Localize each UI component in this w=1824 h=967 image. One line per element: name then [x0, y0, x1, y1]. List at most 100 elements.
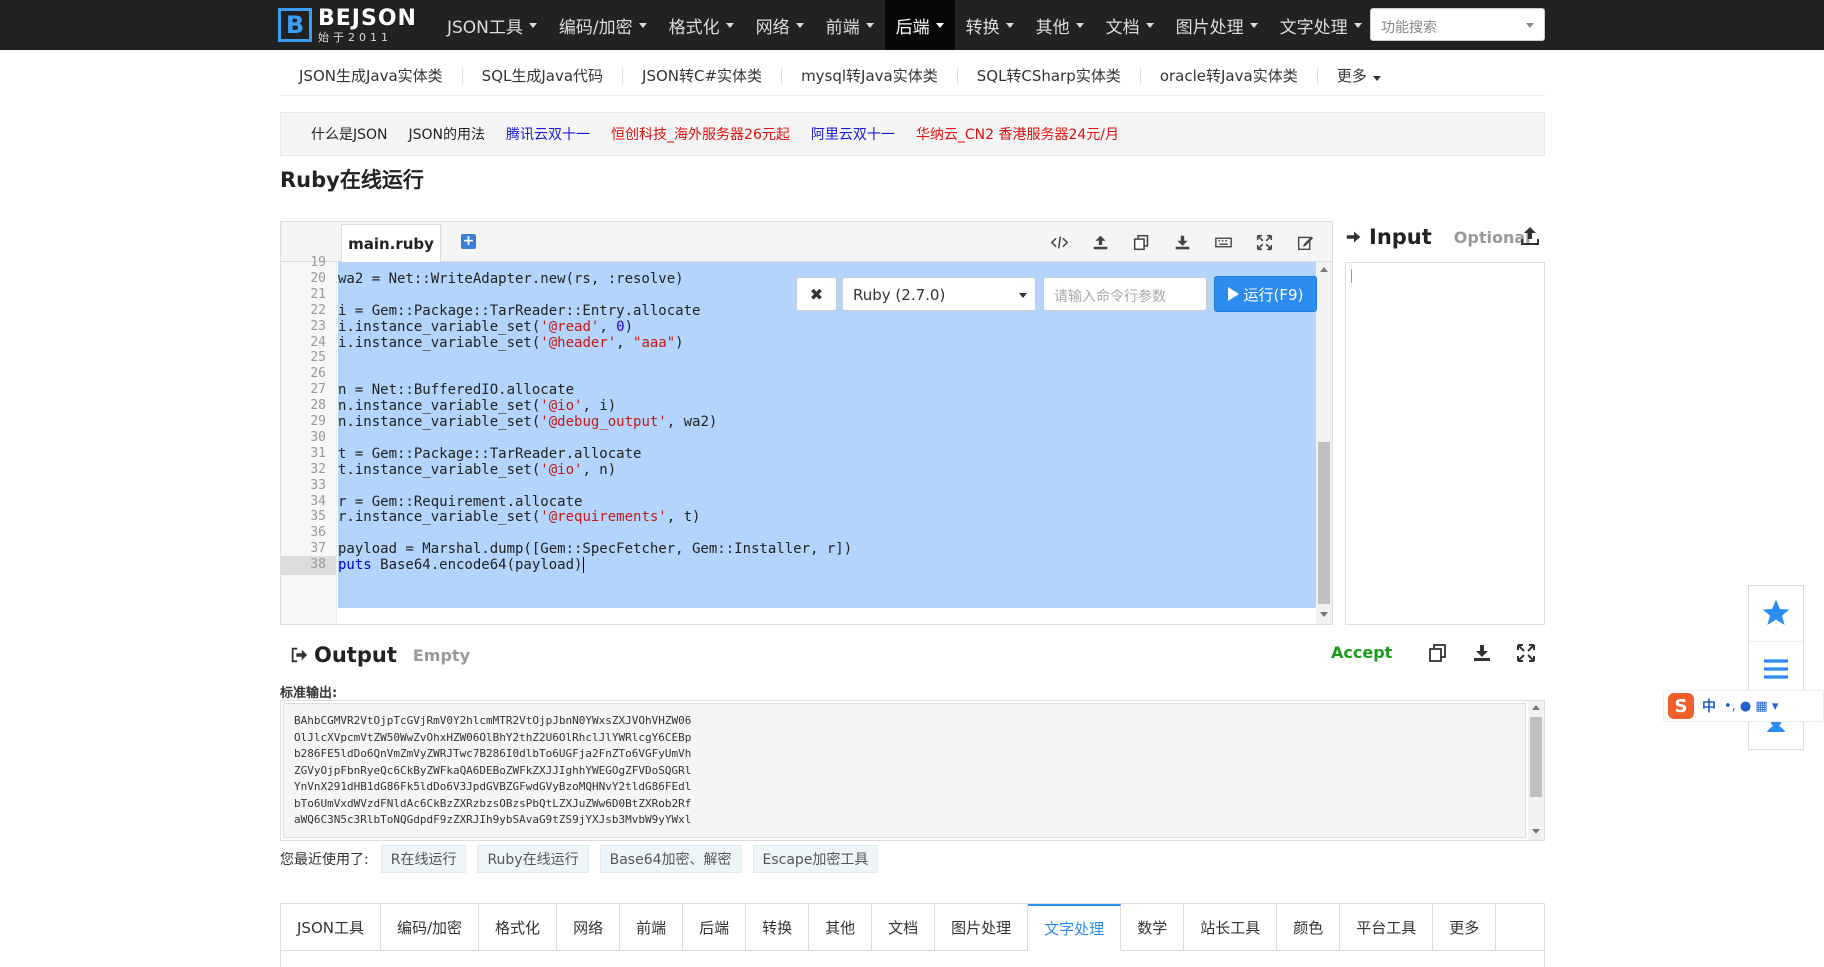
- link-4[interactable]: 阿里云双十一: [811, 124, 895, 144]
- recent-item-1[interactable]: Ruby在线运行: [477, 845, 589, 873]
- scroll-up-icon[interactable]: [1320, 267, 1328, 272]
- recent-item-0[interactable]: R在线运行: [380, 845, 467, 873]
- code-text-area[interactable]: wa2 = Net::WriteAdapter.new(rs, :resolve…: [338, 262, 1316, 624]
- copy-icon[interactable]: [1121, 232, 1162, 252]
- category-tab-2[interactable]: 格式化: [479, 904, 558, 951]
- nav-item-0[interactable]: JSON工具: [436, 0, 548, 50]
- logo-mark-icon: B: [278, 8, 312, 42]
- scroll-up-icon[interactable]: [1532, 705, 1540, 710]
- category-tab-6[interactable]: 转换: [746, 904, 810, 951]
- edit-icon[interactable]: [1285, 232, 1326, 252]
- link-3[interactable]: 恒创科技_海外服务器26元起: [611, 124, 790, 144]
- fullscreen-icon[interactable]: [1244, 232, 1285, 252]
- code-line: wa2 = Net::WriteAdapter.new(rs, :resolve…: [338, 270, 684, 289]
- stdout-scrollbar-thumb[interactable]: [1530, 717, 1542, 797]
- download-icon[interactable]: [1162, 232, 1203, 252]
- scroll-down-icon[interactable]: [1532, 829, 1540, 834]
- recently-used-label: 您最近使用了:: [280, 852, 369, 868]
- nav-item-7[interactable]: 其他: [1025, 0, 1095, 50]
- copy-icon[interactable]: [1416, 640, 1460, 666]
- code-token: puts: [338, 557, 372, 574]
- language-select[interactable]: Ruby (2.7.0): [842, 277, 1036, 311]
- category-tab-9[interactable]: 图片处理: [935, 904, 1029, 951]
- input-textarea[interactable]: [1345, 262, 1545, 625]
- code-token: ): [675, 334, 684, 351]
- nav-item-2[interactable]: 格式化: [658, 0, 745, 50]
- star-icon[interactable]: [1749, 586, 1803, 640]
- category-tab-11[interactable]: 数学: [1121, 904, 1185, 951]
- nav-item-label: 后端: [895, 17, 930, 38]
- stdout-scrollbar[interactable]: [1528, 701, 1544, 840]
- category-tab-14[interactable]: 平台工具: [1340, 904, 1434, 951]
- nav-item-label: 前端: [825, 17, 860, 38]
- sign-in-icon: [1346, 231, 1361, 243]
- code-token: '@io': [540, 398, 583, 415]
- category-tab-10[interactable]: 文字处理: [1028, 904, 1122, 951]
- stdout-line: YnVnX291dHB1dG86Fk5ldDo6V3JpdGVBZGFwdGVy…: [294, 780, 692, 793]
- subnav-item-4[interactable]: SQL转CSharp实体类: [958, 67, 1141, 84]
- category-tab-1[interactable]: 编码/加密: [381, 904, 480, 951]
- add-file-icon[interactable]: +: [461, 234, 476, 249]
- function-search-select[interactable]: 功能搜索: [1370, 8, 1545, 41]
- nav-item-6[interactable]: 转换: [955, 0, 1025, 50]
- editor-scrollbar[interactable]: [1316, 262, 1332, 624]
- recent-item-2[interactable]: Base64加密、解密: [599, 845, 742, 873]
- subnav-item-3[interactable]: mysql转Java实体类: [782, 67, 958, 84]
- link-1[interactable]: JSON的用法: [409, 124, 486, 144]
- nav-item-label: 文字处理: [1279, 17, 1348, 38]
- subnav-item-0[interactable]: JSON生成Java实体类: [280, 67, 463, 84]
- category-tab-7[interactable]: 其他: [809, 904, 873, 951]
- code-token: ,: [616, 334, 634, 351]
- code-token: r.instance_variable_set(: [338, 509, 541, 526]
- clear-button[interactable]: ✖: [796, 277, 837, 311]
- code-token: '@io': [540, 461, 583, 478]
- tab-main-ruby[interactable]: main.ruby: [341, 224, 441, 262]
- upload-icon[interactable]: [1080, 232, 1121, 252]
- category-tab-3[interactable]: 网络: [557, 904, 621, 951]
- nav-item-9[interactable]: 图片处理: [1165, 0, 1269, 50]
- ime-toolbar[interactable]: S 中 •, ● ▦ ▾: [1663, 690, 1824, 722]
- run-button[interactable]: 运行(F9): [1214, 276, 1317, 312]
- editor-scrollbar-thumb[interactable]: [1318, 442, 1330, 604]
- subnav-item-1[interactable]: SQL生成Java代码: [463, 67, 624, 84]
- recent-item-3[interactable]: Escape加密工具: [752, 845, 879, 873]
- ime-language[interactable]: 中: [1702, 696, 1716, 716]
- page-title: Ruby在线运行: [280, 168, 424, 192]
- code-icon[interactable]: [1039, 232, 1080, 252]
- category-tab-15[interactable]: 更多: [1433, 904, 1497, 951]
- link-2[interactable]: 腾讯云双十一: [506, 124, 590, 144]
- chevron-down-icon: [1372, 75, 1381, 81]
- category-tab-0[interactable]: JSON工具: [281, 904, 381, 951]
- link-5[interactable]: 华纳云_CN2 香港服务器24元/月: [916, 124, 1119, 144]
- command-args-input[interactable]: 请输入命令行参数: [1043, 277, 1207, 311]
- stdout-text[interactable]: BAhbCGMVR2VtOjpTcGVjRmV0Y2hlcmMTR2VtOjpJ…: [283, 703, 1526, 838]
- link-bar: 什么是JSON JSON的用法 腾讯云双十一 恒创科技_海外服务器26元起 阿里云双十一…: [280, 112, 1545, 156]
- nav-item-3[interactable]: 网络: [745, 0, 815, 50]
- scroll-down-icon[interactable]: [1320, 612, 1328, 617]
- category-tab-4[interactable]: 前端: [620, 904, 684, 951]
- subnav-item-6[interactable]: 更多: [1318, 68, 1400, 84]
- ime-tool-icons[interactable]: •, ● ▦ ▾: [1724, 699, 1778, 714]
- fullscreen-icon[interactable]: [1504, 640, 1548, 666]
- subnav-item-2[interactable]: JSON转C#实体类: [623, 67, 783, 84]
- keyboard-icon[interactable]: [1203, 232, 1244, 252]
- nav-item-4[interactable]: 前端: [815, 0, 885, 50]
- nav-item-5[interactable]: 后端: [884, 0, 955, 50]
- chevron-down-icon: [528, 22, 537, 28]
- chevron-down-icon: [725, 22, 734, 28]
- input-upload-icon[interactable]: [1520, 226, 1540, 246]
- menu-icon[interactable]: [1749, 641, 1803, 695]
- download-icon[interactable]: [1460, 640, 1504, 666]
- nav-item-label: 图片处理: [1175, 17, 1244, 38]
- category-tab-12[interactable]: 站长工具: [1184, 904, 1278, 951]
- nav-item-10[interactable]: 文字处理: [1269, 0, 1373, 50]
- code-token: '@header': [540, 334, 617, 351]
- nav-item-1[interactable]: 编码/加密: [548, 0, 658, 50]
- link-0[interactable]: 什么是JSON: [311, 124, 388, 144]
- category-tab-5[interactable]: 后端: [683, 904, 747, 951]
- nav-item-8[interactable]: 文档: [1095, 0, 1165, 50]
- subnav-item-5[interactable]: oracle转Java实体类: [1141, 67, 1318, 84]
- site-logo[interactable]: B BEJSON 始于2011: [278, 6, 417, 44]
- category-tab-13[interactable]: 颜色: [1277, 904, 1341, 951]
- category-tab-8[interactable]: 文档: [872, 904, 936, 951]
